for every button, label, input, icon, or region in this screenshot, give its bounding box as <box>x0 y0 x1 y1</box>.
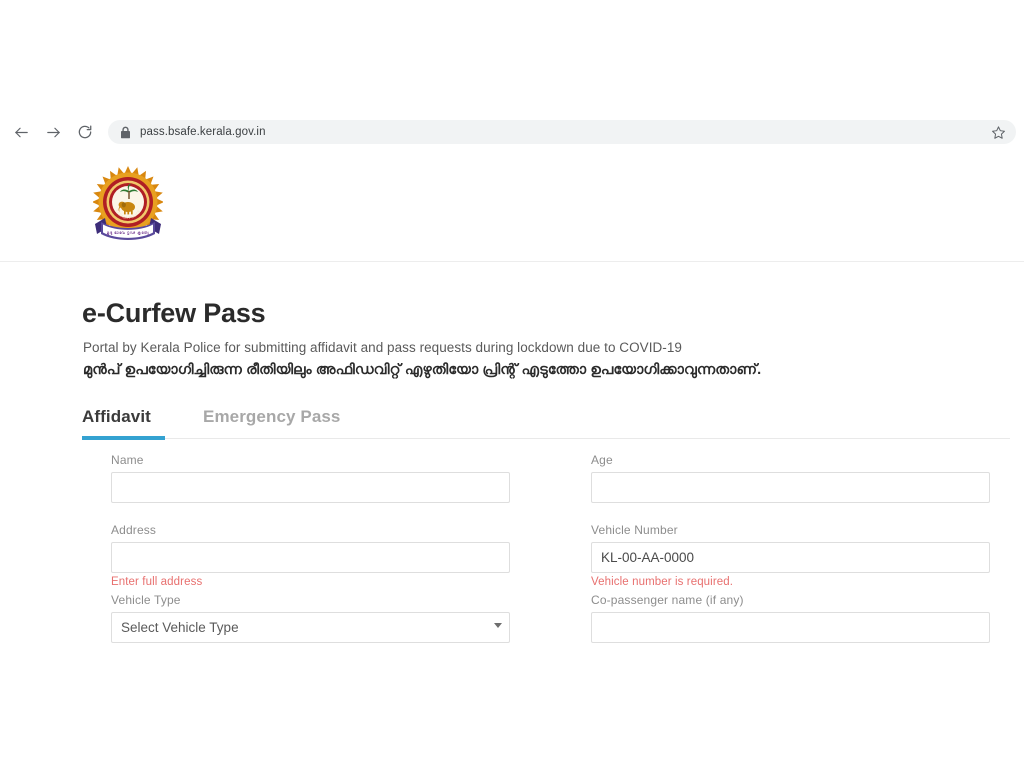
tab-affidavit[interactable]: Affidavit <box>82 407 151 439</box>
forward-arrow-icon <box>45 124 62 141</box>
field-age-label: Age <box>591 453 613 467</box>
star-icon[interactable] <box>991 125 1006 140</box>
tab-bar-divider <box>82 438 1010 439</box>
field-vehicle-number: Vehicle Number Vehicle number is require… <box>591 523 990 588</box>
page-subtitle-malayalam: മുൻപ് ഉപയോഗിച്ചിരുന്ന രീതിയിലും അഫിഡവിറ്… <box>83 362 762 378</box>
field-age: Age <box>591 453 990 503</box>
lock-icon <box>120 126 131 139</box>
field-address-label: Address <box>111 523 157 537</box>
field-address: Address Enter full address <box>111 523 510 588</box>
site-header: KERALA POLICE മൃദു ഭാവേ ദൃഢ കൃത്യേ <box>0 151 1024 262</box>
kerala-police-emblem-icon: KERALA POLICE മൃദു ഭാവേ ദൃഢ കൃത്യേ <box>93 164 163 250</box>
tab-emergency-pass[interactable]: Emergency Pass <box>203 407 340 439</box>
tab-active-indicator <box>82 436 165 440</box>
field-vehicle-type-label: Vehicle Type <box>111 593 181 607</box>
field-name-label: Name <box>111 453 144 467</box>
reload-button[interactable] <box>72 119 98 145</box>
screenshot-root: pass.bsafe.kerala.gov.in KERALA POLICE മ… <box>0 0 1024 768</box>
page-title: e-Curfew Pass <box>82 298 266 328</box>
back-button[interactable] <box>8 119 34 145</box>
address-error-message: Enter full address <box>111 576 203 588</box>
field-name: Name <box>111 453 510 503</box>
vehicle-number-error-message: Vehicle number is required. <box>591 576 734 588</box>
reload-icon <box>77 124 93 140</box>
vehicle-number-input[interactable] <box>591 542 990 573</box>
field-co-passenger: Co-passenger name (if any) <box>591 593 990 643</box>
forward-button[interactable] <box>40 119 66 145</box>
tab-bar: Affidavit Emergency Pass <box>82 407 1010 440</box>
field-vehicle-type: Vehicle Type Select Vehicle Type <box>111 593 510 643</box>
address-bar-url: pass.bsafe.kerala.gov.in <box>140 126 266 138</box>
page-viewport: KERALA POLICE മൃദു ഭാവേ ദൃഢ കൃത്യേ e-Cur <box>0 151 1024 650</box>
page-subtitle-english: Portal by Kerala Police for submitting a… <box>83 340 682 355</box>
field-vehicle-number-label: Vehicle Number <box>591 523 678 537</box>
co-passenger-input[interactable] <box>591 612 990 643</box>
field-co-passenger-label: Co-passenger name (if any) <box>591 593 744 607</box>
age-input[interactable] <box>591 472 990 503</box>
vehicle-type-select[interactable]: Select Vehicle Type <box>111 612 510 643</box>
browser-toolbar: pass.bsafe.kerala.gov.in <box>0 113 1024 152</box>
name-input[interactable] <box>111 472 510 503</box>
address-bar[interactable]: pass.bsafe.kerala.gov.in <box>108 120 1016 144</box>
back-arrow-icon <box>13 124 30 141</box>
vehicle-type-select-wrap: Select Vehicle Type <box>111 612 510 643</box>
address-input[interactable] <box>111 542 510 573</box>
